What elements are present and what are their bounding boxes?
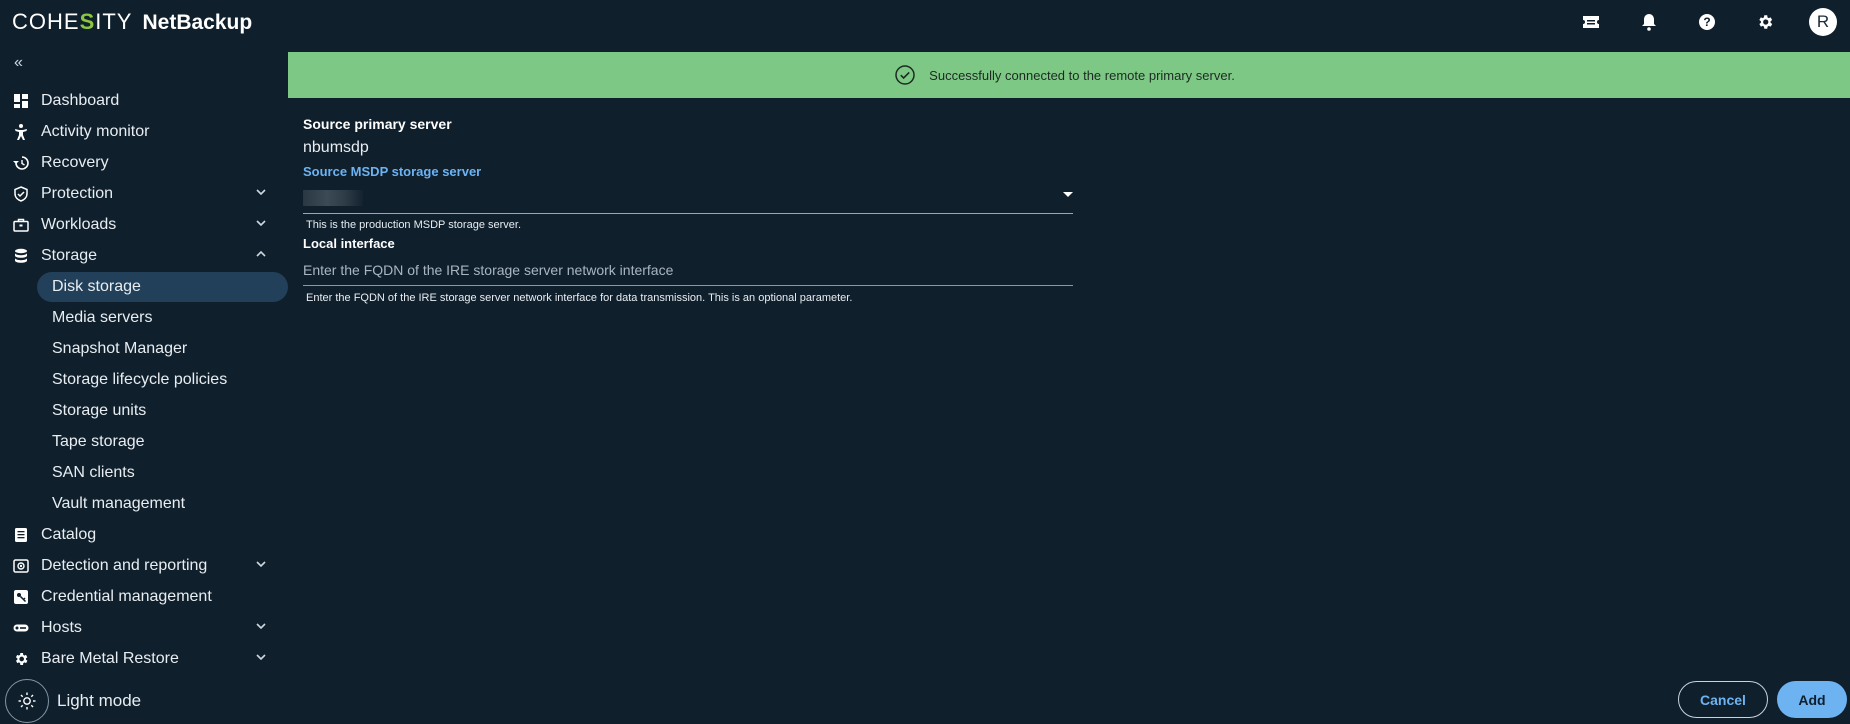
sidebar-item-label: Credential management xyxy=(41,587,212,605)
database-icon xyxy=(12,247,30,265)
brand: COHESITY NetBackup xyxy=(12,9,252,35)
gear-icon[interactable] xyxy=(1753,10,1777,34)
top-icons: ? R xyxy=(1545,0,1850,44)
detection-icon xyxy=(12,557,30,575)
bell-icon[interactable] xyxy=(1637,10,1661,34)
check-circle-icon xyxy=(895,65,915,85)
light-mode-label: Light mode xyxy=(57,691,142,710)
sidebar-item-detection-reporting[interactable]: Detection and reporting xyxy=(0,550,288,581)
sun-icon xyxy=(5,679,49,723)
key-icon xyxy=(12,588,30,606)
sidebar-item-workloads[interactable]: Workloads xyxy=(0,209,288,240)
sidebar-item-label: Hosts xyxy=(41,618,82,636)
sidebar-item-protection[interactable]: Protection xyxy=(0,178,288,209)
sidebar-item-activity-monitor[interactable]: Activity monitor xyxy=(0,116,288,147)
catalog-icon xyxy=(12,526,30,544)
msdp-server-hint: This is the production MSDP storage serv… xyxy=(306,219,522,231)
shield-icon xyxy=(12,185,30,203)
chevron-down-icon[interactable] xyxy=(254,185,268,199)
recovery-icon xyxy=(12,154,30,172)
banner-message: Successfully connected to the remote pri… xyxy=(929,67,1235,83)
chevron-down-icon[interactable] xyxy=(254,619,268,633)
sidebar: « Dashboard Activity monitor Recovery Pr… xyxy=(0,44,288,724)
sidebar-item-storage-lifecycle-policies[interactable]: Storage lifecycle policies xyxy=(0,364,288,395)
sidebar-item-label: Dashboard xyxy=(41,91,120,109)
msdp-server-value xyxy=(303,190,363,206)
local-interface-label: Local interface xyxy=(303,236,395,251)
add-button[interactable]: Add xyxy=(1777,681,1847,718)
sidebar-item-hosts[interactable]: Hosts xyxy=(0,612,288,643)
chevron-up-icon[interactable] xyxy=(254,247,268,261)
briefcase-icon xyxy=(12,216,30,234)
product-name: NetBackup xyxy=(142,11,253,34)
collapse-sidebar-icon[interactable]: « xyxy=(14,54,23,72)
sidebar-item-san-clients[interactable]: SAN clients xyxy=(0,457,288,488)
sidebar-item-label: Bare Metal Restore xyxy=(41,649,179,667)
bmr-gear-icon xyxy=(12,650,30,668)
msdp-server-select[interactable] xyxy=(303,178,1073,214)
sidebar-item-tape-storage[interactable]: Tape storage xyxy=(0,426,288,457)
hosts-icon xyxy=(12,619,30,637)
activity-icon xyxy=(12,123,30,141)
chevron-down-icon[interactable] xyxy=(254,557,268,571)
sidebar-item-label: Storage xyxy=(41,246,98,264)
source-primary-label: Source primary server xyxy=(303,116,452,132)
local-interface-hint: Enter the FQDN of the IRE storage server… xyxy=(306,292,853,304)
sidebar-item-storage[interactable]: Storage xyxy=(0,240,288,271)
cohesity-logo: COHESITY xyxy=(12,9,133,34)
success-banner: Successfully connected to the remote pri… xyxy=(288,52,1850,98)
cancel-button[interactable]: Cancel xyxy=(1678,681,1768,718)
sidebar-item-bare-metal-restore[interactable]: Bare Metal Restore xyxy=(0,643,288,674)
sidebar-item-vault-management[interactable]: Vault management xyxy=(0,488,288,519)
top-bar: COHESITY NetBackup ? R xyxy=(0,0,1850,44)
sidebar-item-credential-management[interactable]: Credential management xyxy=(0,581,288,612)
source-primary-value: nbumsdp xyxy=(303,139,369,156)
sidebar-item-media-servers[interactable]: Media servers xyxy=(0,302,288,333)
sidebar-item-recovery[interactable]: Recovery xyxy=(0,147,288,178)
sidebar-item-label: Recovery xyxy=(41,153,109,171)
sidebar-item-label: Detection and reporting xyxy=(41,556,208,574)
ticket-icon[interactable] xyxy=(1579,10,1603,34)
sidebar-item-label: Catalog xyxy=(41,525,97,543)
sidebar-item-disk-storage[interactable]: Disk storage xyxy=(0,271,288,302)
chevron-down-icon[interactable] xyxy=(254,650,268,664)
sidebar-item-label: Workloads xyxy=(41,215,117,233)
sidebar-item-label: Activity monitor xyxy=(41,122,150,140)
light-mode-toggle[interactable]: Light mode xyxy=(5,679,141,723)
dashboard-icon xyxy=(12,92,30,110)
user-avatar[interactable]: R xyxy=(1809,8,1837,36)
help-icon[interactable]: ? xyxy=(1695,10,1719,34)
sidebar-item-catalog[interactable]: Catalog xyxy=(0,519,288,550)
nav-list: Dashboard Activity monitor Recovery Prot… xyxy=(0,85,288,674)
msdp-server-label: Source MSDP storage server xyxy=(303,164,482,179)
local-interface-input[interactable] xyxy=(303,254,1073,285)
local-interface-field[interactable] xyxy=(303,254,1073,286)
sidebar-item-label: Protection xyxy=(41,184,114,202)
dropdown-arrow-icon xyxy=(1063,192,1073,197)
sidebar-item-snapshot-manager[interactable]: Snapshot Manager xyxy=(0,333,288,364)
svg-text:?: ? xyxy=(1703,15,1710,29)
sidebar-item-dashboard[interactable]: Dashboard xyxy=(0,85,288,116)
sidebar-item-storage-units[interactable]: Storage units xyxy=(0,395,288,426)
chevron-down-icon[interactable] xyxy=(254,216,268,230)
